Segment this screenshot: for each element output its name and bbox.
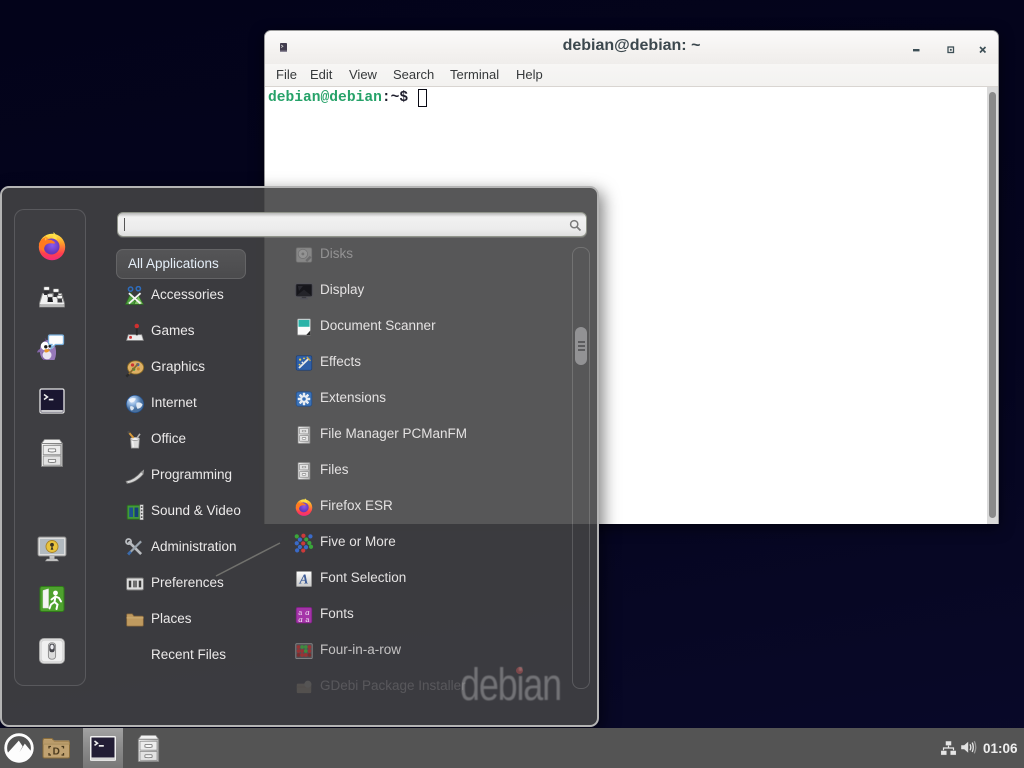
- svg-text:a: a: [298, 614, 303, 624]
- svg-text:D: D: [53, 747, 60, 758]
- svg-text:A: A: [299, 571, 309, 586]
- svg-text:a: a: [305, 614, 309, 624]
